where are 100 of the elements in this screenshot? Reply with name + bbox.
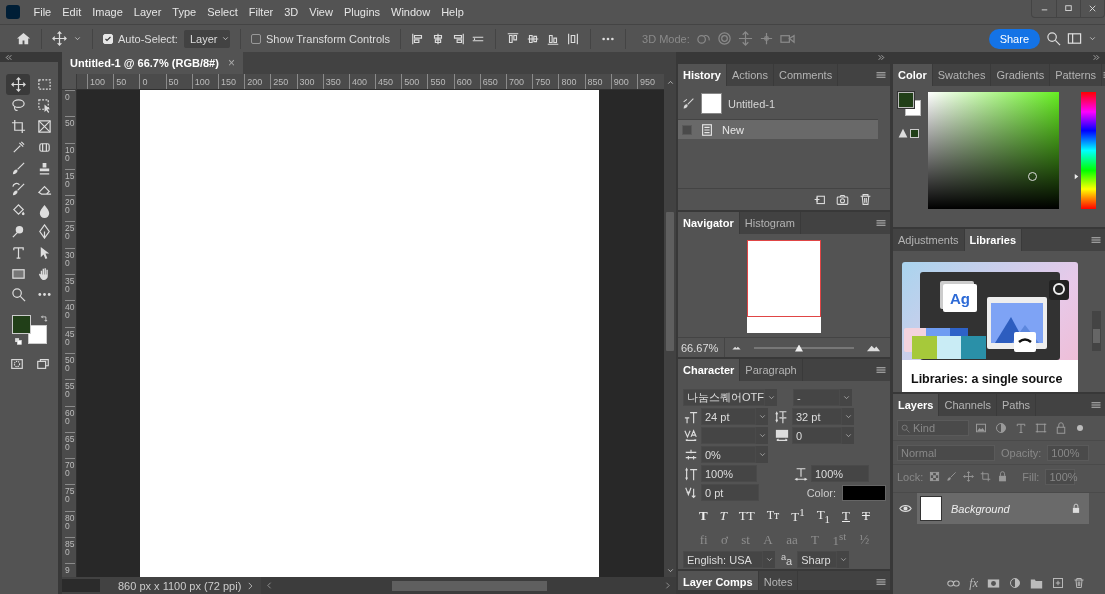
swap-icon[interactable]: [39, 315, 49, 325]
expand-icon[interactable]: [1092, 52, 1101, 62]
antialias-dropdown[interactable]: Sharp: [797, 551, 838, 568]
scroll-thumb[interactable]: [392, 580, 548, 591]
menu-item[interactable]: File: [28, 6, 57, 18]
screen-mode-icon[interactable]: [36, 357, 50, 371]
share-button[interactable]: Share: [988, 28, 1040, 49]
foreground-swatch[interactable]: [898, 92, 914, 108]
distribute-icon[interactable]: [566, 31, 581, 46]
filter-toggle[interactable]: [1077, 425, 1083, 431]
quick-mask-icon[interactable]: [10, 357, 24, 371]
new-layer-icon[interactable]: [1052, 577, 1064, 589]
text-style-button[interactable]: TT: [736, 507, 757, 524]
history-checkbox[interactable]: [682, 124, 692, 135]
document-tab[interactable]: Untitled-1 @ 66.7% (RGB/8#) ×: [62, 52, 243, 74]
trash-icon[interactable]: [859, 193, 872, 206]
text-style-button[interactable]: T: [859, 507, 872, 524]
baseline-field[interactable]: 0 pt: [701, 484, 759, 501]
language-dropdown[interactable]: English: USA: [683, 551, 763, 568]
drag-icon[interactable]: [737, 31, 753, 46]
panel-tab[interactable]: Gradients: [991, 64, 1051, 86]
panel-tab[interactable]: Color: [893, 64, 933, 86]
menu-item[interactable]: Plugins: [338, 6, 386, 18]
roll-icon[interactable]: [716, 31, 732, 46]
tool-button[interactable]: [6, 74, 30, 95]
mask-icon[interactable]: [987, 576, 1000, 590]
align-icon[interactable]: [506, 31, 521, 46]
menu-icon[interactable]: [1090, 399, 1102, 411]
menu-item[interactable]: 3D: [278, 6, 304, 18]
panel-tab[interactable]: Navigator: [678, 212, 740, 234]
workspace-icon[interactable]: [1067, 31, 1082, 46]
panel-tab[interactable]: Actions: [726, 64, 774, 86]
panel-tab[interactable]: Patterns: [1050, 64, 1103, 86]
font-size-field[interactable]: 24 pt: [701, 408, 756, 425]
lock-pixels-icon[interactable]: [929, 471, 941, 482]
vertical-scrollbar[interactable]: [664, 90, 676, 577]
align-icon[interactable]: [451, 31, 466, 46]
menu-icon[interactable]: [1090, 234, 1102, 246]
panel-tab[interactable]: Adjustments: [893, 229, 965, 251]
target-dropdown[interactable]: Layer: [183, 29, 230, 48]
smart-object-filter-icon[interactable]: [1055, 422, 1067, 434]
menu-icon[interactable]: [875, 576, 887, 588]
adjustment-filter-icon[interactable]: [995, 422, 1007, 434]
font-style-dropdown[interactable]: -: [793, 389, 840, 406]
panel-tab[interactable]: Channels: [939, 394, 997, 416]
hue-slider[interactable]: [1081, 92, 1096, 209]
panel-tab[interactable]: Swatches: [932, 64, 992, 86]
text-style-button[interactable]: T: [697, 507, 710, 524]
panel-tab[interactable]: Histogram: [739, 212, 801, 234]
color-field[interactable]: [928, 92, 1059, 209]
text-style-button[interactable]: T: [840, 507, 852, 524]
text-color-swatch[interactable]: [842, 484, 886, 501]
panel-tab[interactable]: Libraries: [964, 229, 1022, 251]
foreground-swatch[interactable]: [12, 315, 31, 334]
new-document-icon[interactable]: [813, 193, 826, 206]
scroll-down-icon[interactable]: [665, 566, 675, 575]
menu-icon[interactable]: [875, 69, 887, 81]
horizontal-scrollbar[interactable]: [261, 577, 676, 594]
folder-icon[interactable]: [1030, 576, 1043, 590]
menu-item[interactable]: Image: [86, 6, 129, 18]
gamut-swatch[interactable]: [910, 128, 919, 138]
text-style-button[interactable]: T$_{1}$: [814, 506, 833, 525]
lock-paint-icon[interactable]: [946, 471, 958, 482]
tsume-field[interactable]: 0%: [701, 446, 756, 463]
move-icon[interactable]: [52, 31, 67, 46]
menu-item[interactable]: View: [303, 6, 339, 18]
menu-item[interactable]: Layer: [128, 6, 167, 18]
vertical-scale-field[interactable]: 100%: [701, 465, 757, 482]
caret-icon[interactable]: [1088, 34, 1097, 43]
panel-tab[interactable]: Paths: [996, 394, 1037, 416]
slider-thumb[interactable]: [795, 344, 803, 352]
lock-all-icon[interactable]: [997, 471, 1009, 482]
home-icon[interactable]: [16, 31, 31, 46]
panel-tab[interactable]: Paragraph: [740, 359, 803, 381]
camera-icon[interactable]: [836, 193, 849, 206]
panel-tab[interactable]: Character: [678, 359, 741, 381]
collapse-icon[interactable]: [4, 52, 13, 62]
panel-tab[interactable]: Layer Comps: [678, 571, 759, 590]
adjustment-icon[interactable]: [1009, 577, 1021, 589]
menu-item[interactable]: Edit: [56, 6, 87, 18]
panel-tab[interactable]: History: [678, 64, 727, 86]
lock-artboard-icon[interactable]: [980, 471, 992, 482]
layer-row[interactable]: Background: [917, 493, 1089, 524]
tracking-field[interactable]: 0: [792, 427, 842, 444]
close-button[interactable]: ×: [227, 56, 235, 70]
scroll-thumb[interactable]: [666, 212, 674, 351]
horizontal-scale-field[interactable]: 100%: [811, 465, 869, 482]
text-style-button[interactable]: T$^{1}$: [789, 505, 807, 526]
panel-tab[interactable]: Comments: [774, 64, 839, 86]
scroll-right-icon[interactable]: [663, 581, 672, 590]
lock-position-icon[interactable]: [963, 471, 975, 482]
text-style-button[interactable]: Tᴛ: [764, 508, 782, 523]
checkbox[interactable]: [250, 33, 261, 44]
slide-icon[interactable]: [758, 31, 774, 46]
font-dropdown[interactable]: 나눔스퀘어OTF: [683, 389, 765, 406]
caret-icon[interactable]: [73, 34, 82, 43]
menu-item[interactable]: Filter: [243, 6, 279, 18]
text-style-button[interactable]: T: [717, 507, 729, 524]
pixel-filter-icon[interactable]: [975, 422, 987, 434]
menu-item[interactable]: Window: [385, 6, 436, 18]
